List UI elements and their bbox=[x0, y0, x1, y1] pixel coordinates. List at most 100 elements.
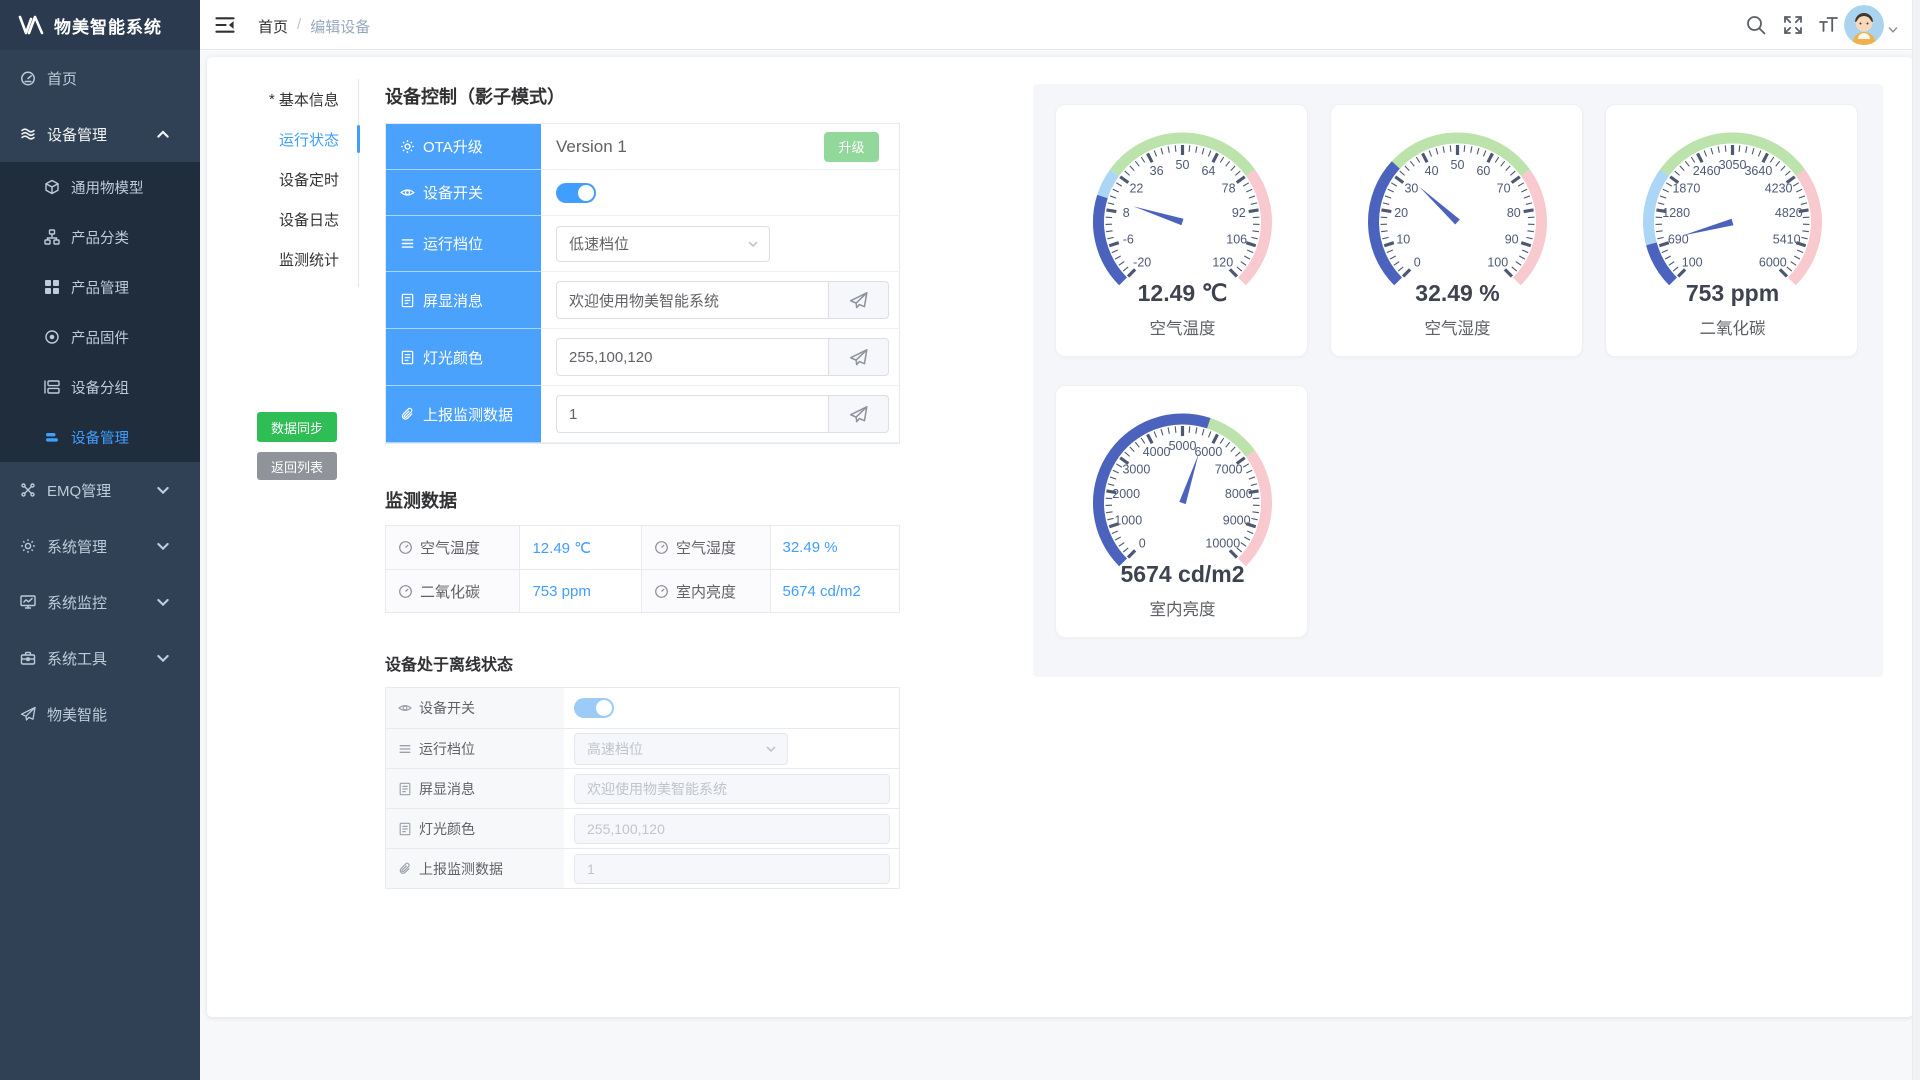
monitor-label-humidity: 空气湿度 bbox=[642, 526, 771, 569]
sidebar-item-product-mgmt[interactable]: 产品管理 bbox=[0, 262, 200, 312]
fullscreen-icon[interactable] bbox=[1782, 14, 1804, 36]
gauge-value: 5674 cd/m2 bbox=[1120, 561, 1244, 587]
sidebar-menu: 首页 设备管理 通用物模型 产品分类 产品管理 产品固件 bbox=[0, 50, 200, 742]
svg-text:1000: 1000 bbox=[1114, 514, 1142, 528]
device-switch-toggle-disabled bbox=[574, 698, 614, 718]
content-card: * 基本信息 运行状态 设备定时 设备日志 监测统计 数据同步 返回列表 设备控… bbox=[207, 57, 1913, 1017]
form-row-color-offline: 灯光颜色 bbox=[386, 808, 899, 848]
search-icon[interactable] bbox=[1745, 14, 1767, 36]
light-color-label: 灯光颜色 bbox=[386, 809, 564, 848]
svg-text:3640: 3640 bbox=[1744, 164, 1772, 178]
svg-text:1870: 1870 bbox=[1672, 182, 1700, 196]
upgrade-button[interactable]: 升级 bbox=[824, 132, 879, 162]
form-row-ota: OTA升级 Version 1 升级 bbox=[386, 124, 899, 170]
monitor-value-brightness: 5674 cd/m2 bbox=[771, 570, 900, 612]
svg-text:0: 0 bbox=[1139, 536, 1146, 550]
breadcrumb-separator: / bbox=[297, 16, 301, 37]
field-label: 设备开关 bbox=[423, 182, 483, 203]
report-content bbox=[541, 386, 899, 443]
send-report-button[interactable] bbox=[828, 395, 889, 433]
shadow-form-title: 设备控制（影子模式） bbox=[385, 83, 565, 109]
tab-running-status[interactable]: 运行状态 bbox=[263, 119, 358, 159]
svg-text:8: 8 bbox=[1123, 206, 1130, 220]
app-logo-bar[interactable]: 物美智能系统 bbox=[0, 0, 200, 50]
tab-device-timer[interactable]: 设备定时 bbox=[263, 159, 358, 199]
switch-label: 设备开关 bbox=[386, 170, 541, 216]
screen-message-input-disabled bbox=[574, 774, 890, 804]
caret-down-icon[interactable] bbox=[1888, 26, 1898, 34]
report-content bbox=[564, 849, 899, 888]
send-color-button[interactable] bbox=[828, 338, 889, 376]
sidebar-item-product-firmware[interactable]: 产品固件 bbox=[0, 312, 200, 362]
sidebar-item-thing-model[interactable]: 通用物模型 bbox=[0, 162, 200, 212]
sidebar-item-wumei[interactable]: 物美智能 bbox=[0, 686, 200, 742]
sidebar-item-home[interactable]: 首页 bbox=[0, 50, 200, 106]
tab-device-log[interactable]: 设备日志 bbox=[263, 199, 358, 239]
avatar[interactable] bbox=[1844, 5, 1884, 45]
tab-basic-info[interactable]: * 基本信息 bbox=[263, 79, 358, 119]
form-row-message-offline: 屏显消息 bbox=[386, 768, 899, 808]
sidebar-item-system-mgmt[interactable]: 系统管理 bbox=[0, 518, 200, 574]
sidebar-item-system-tools[interactable]: 系统工具 bbox=[0, 630, 200, 686]
svg-text:80: 80 bbox=[1507, 206, 1521, 220]
gear-icon bbox=[400, 139, 415, 154]
sidebar-item-label: 产品分类 bbox=[71, 227, 129, 248]
light-color-content bbox=[564, 809, 899, 848]
tab-label: 设备定时 bbox=[279, 169, 339, 190]
firmware-icon bbox=[44, 329, 60, 345]
document-icon bbox=[398, 782, 412, 796]
selected-option: 低速档位 bbox=[569, 233, 629, 254]
field-label: 灯光颜色 bbox=[419, 819, 475, 839]
breadcrumb: 首页 / 编辑设备 bbox=[258, 16, 370, 37]
sidebar-toggle-icon[interactable] bbox=[214, 14, 236, 36]
firmware-version: Version 1 bbox=[556, 137, 627, 157]
light-color-input[interactable] bbox=[556, 338, 828, 376]
sidebar-item-device-mgmt[interactable]: 设备管理 bbox=[0, 106, 200, 162]
svg-text:70: 70 bbox=[1497, 182, 1511, 196]
sidebar-item-device-mgmt-sub[interactable]: 设备管理 bbox=[0, 412, 200, 462]
gauge-card-co2: 1006901280187024603050364042304820541060… bbox=[1605, 104, 1858, 357]
sidebar-item-label: 系统监控 bbox=[47, 592, 107, 613]
report-interval-input[interactable] bbox=[556, 395, 828, 433]
form-row-switch-offline: 设备开关 bbox=[386, 688, 899, 728]
top-navbar: 首页 / 编辑设备 bbox=[200, 0, 1912, 50]
page-scrollbar[interactable] bbox=[1912, 0, 1920, 1080]
data-sync-button[interactable]: 数据同步 bbox=[257, 412, 337, 442]
sidebar-item-label: 通用物模型 bbox=[71, 177, 144, 198]
sidebar-item-system-monitor[interactable]: 系统监控 bbox=[0, 574, 200, 630]
gear-mode-content: 低速档位 bbox=[541, 216, 899, 272]
switch-content bbox=[541, 170, 899, 216]
field-label: OTA升级 bbox=[423, 136, 483, 157]
humidity-gauge-chart: 010203040506070809010032.49 %空气湿度 bbox=[1331, 105, 1584, 358]
toolbox-icon bbox=[20, 650, 36, 666]
send-icon bbox=[849, 348, 868, 367]
field-label: 设备开关 bbox=[419, 698, 475, 718]
sidebar-item-label: 物美智能 bbox=[47, 704, 107, 725]
send-message-button[interactable] bbox=[828, 281, 889, 319]
monitor-label: 空气湿度 bbox=[676, 537, 736, 558]
font-size-icon[interactable] bbox=[1817, 14, 1839, 36]
sidebar-item-emq[interactable]: EMQ管理 bbox=[0, 462, 200, 518]
svg-text:120: 120 bbox=[1212, 255, 1233, 269]
back-to-list-button[interactable]: 返回列表 bbox=[257, 452, 337, 480]
field-label: 上报监测数据 bbox=[419, 859, 503, 879]
breadcrumb-home[interactable]: 首页 bbox=[258, 16, 288, 37]
app-title: 物美智能系统 bbox=[54, 13, 162, 38]
svg-text:22: 22 bbox=[1129, 182, 1143, 196]
device-switch-toggle[interactable] bbox=[556, 183, 596, 203]
svg-text:3000: 3000 bbox=[1122, 463, 1150, 477]
form-row-report: 上报监测数据 bbox=[386, 386, 899, 443]
run-gear-select[interactable]: 低速档位 bbox=[556, 226, 770, 262]
chevron-up-icon bbox=[155, 126, 171, 142]
form-row-switch: 设备开关 bbox=[386, 170, 899, 216]
sidebar-item-device-group[interactable]: 设备分组 bbox=[0, 362, 200, 412]
svg-text:5410: 5410 bbox=[1773, 233, 1801, 247]
gauge-icon bbox=[654, 584, 669, 599]
report-label: 上报监测数据 bbox=[386, 849, 564, 888]
sidebar-item-label: 设备管理 bbox=[71, 427, 129, 448]
screen-message-input[interactable] bbox=[556, 281, 828, 319]
sidebar-item-product-category[interactable]: 产品分类 bbox=[0, 212, 200, 262]
dashboard-icon bbox=[20, 70, 36, 86]
svg-text:8000: 8000 bbox=[1225, 487, 1253, 501]
tab-monitor-stats[interactable]: 监测统计 bbox=[263, 239, 358, 279]
